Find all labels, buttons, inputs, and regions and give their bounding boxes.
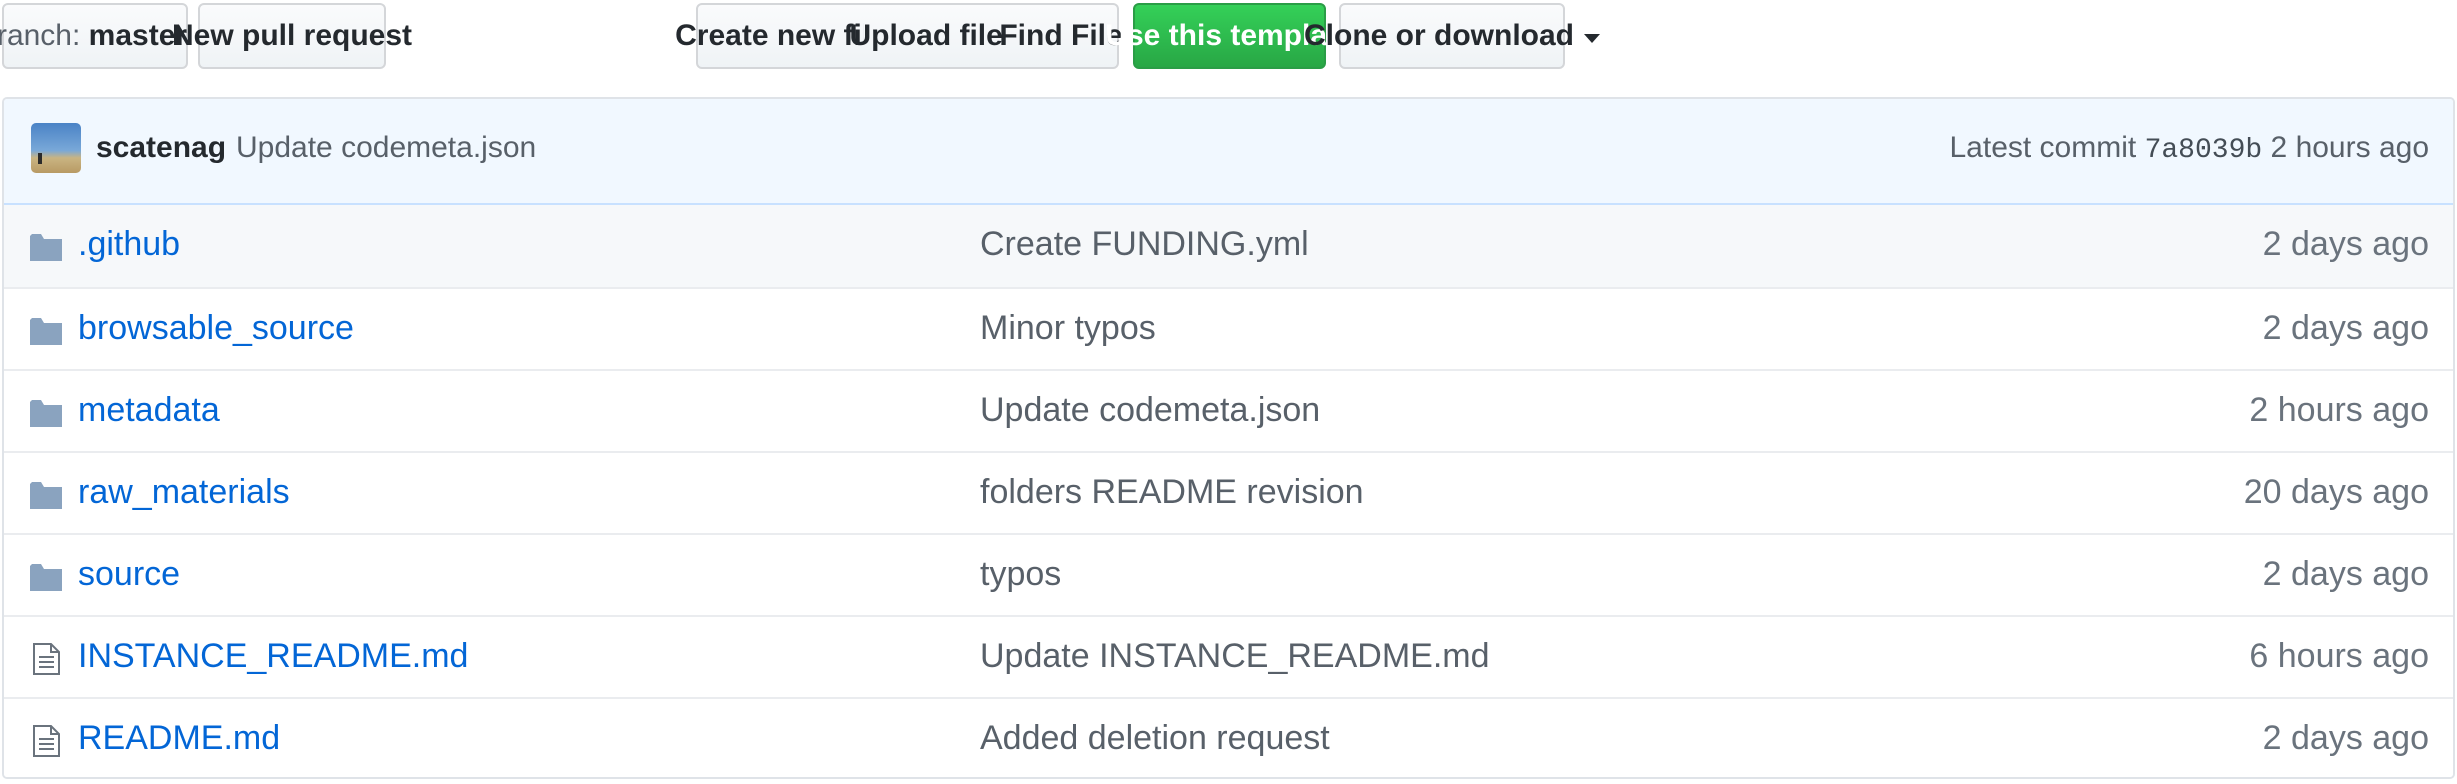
file-list: scatenag Update codemeta.json Latest com… bbox=[2, 97, 2455, 779]
use-template-button[interactable]: Use this template bbox=[1105, 3, 1354, 69]
branch-prefix: Branch: bbox=[0, 19, 81, 52]
clone-download-button[interactable]: Clone or download bbox=[1304, 3, 1600, 69]
commit-sha-link[interactable]: 7a8039b bbox=[2145, 135, 2263, 166]
clone-download-label: Clone or download bbox=[1304, 19, 1574, 52]
commit-age: 6 hours ago bbox=[2249, 637, 2429, 675]
commit-message-link[interactable]: Added deletion request bbox=[980, 719, 1330, 758]
commit-age: 2 days ago bbox=[2262, 225, 2429, 263]
find-file-button[interactable]: Find File bbox=[999, 3, 1123, 69]
file-name-link[interactable]: INSTANCE_README.md bbox=[78, 637, 468, 676]
file-name-link[interactable]: README.md bbox=[78, 719, 280, 758]
latest-commit-info: Latest commit 7a8039b 2 hours ago bbox=[1950, 131, 2430, 166]
file-row: browsable_source Minor typos 2 days ago bbox=[4, 287, 2453, 369]
file-row: .github Create FUNDING.yml 2 days ago bbox=[4, 205, 2453, 287]
repo-toolbar: Branch: master New pull request Create n… bbox=[0, 0, 2457, 74]
create-new-file-button[interactable]: Create new file bbox=[675, 3, 887, 69]
commit-message-link[interactable]: Update INSTANCE_README.md bbox=[980, 637, 1490, 676]
avatar[interactable] bbox=[31, 123, 81, 173]
commit-age: 2 hours ago bbox=[2249, 391, 2429, 429]
commit-author-link[interactable]: scatenag bbox=[96, 131, 226, 165]
file-row: metadata Update codemeta.json 2 hours ago bbox=[4, 369, 2453, 451]
commit-message-link[interactable]: Update codemeta.json bbox=[236, 131, 536, 165]
branch-select-button[interactable]: Branch: master bbox=[0, 3, 214, 69]
folder-icon bbox=[28, 315, 64, 347]
file-icon bbox=[28, 725, 64, 757]
folder-icon bbox=[28, 561, 64, 593]
commit-message-link[interactable]: Create FUNDING.yml bbox=[980, 225, 1309, 264]
commit-message-link[interactable]: typos bbox=[980, 555, 1061, 594]
file-row: README.md Added deletion request 2 days ag… bbox=[4, 697, 2453, 777]
commit-age: 2 hours ago bbox=[2270, 131, 2429, 164]
commit-age: 20 days ago bbox=[2243, 473, 2429, 511]
upload-files-button[interactable]: Upload files bbox=[849, 3, 1020, 69]
commit-message-link[interactable]: Update codemeta.json bbox=[980, 391, 1320, 430]
commit-age: 2 days ago bbox=[2262, 555, 2429, 593]
file-name-link[interactable]: metadata bbox=[78, 391, 220, 430]
file-name-link[interactable]: source bbox=[78, 555, 180, 594]
file-rows: .github Create FUNDING.yml 2 days ago brows… bbox=[4, 205, 2453, 777]
file-name-link[interactable]: raw_materials bbox=[78, 473, 290, 512]
file-row: source typos 2 days ago bbox=[4, 533, 2453, 615]
commit-message-link[interactable]: folders README revision bbox=[980, 473, 1364, 512]
commit-message-link[interactable]: Minor typos bbox=[980, 309, 1156, 348]
latest-commit-bar: scatenag Update codemeta.json Latest com… bbox=[4, 99, 2453, 205]
file-name-link[interactable]: browsable_source bbox=[78, 309, 354, 348]
commit-age: 2 days ago bbox=[2262, 309, 2429, 347]
new-pull-request-button[interactable]: New pull request bbox=[172, 3, 412, 69]
latest-commit-label: Latest commit bbox=[1949, 131, 2137, 164]
chevron-down-icon bbox=[1584, 33, 1600, 43]
commit-age: 2 days ago bbox=[2262, 719, 2429, 757]
file-row: INSTANCE_README.md Update INSTANCE_README… bbox=[4, 615, 2453, 697]
folder-icon bbox=[28, 397, 64, 429]
file-icon bbox=[28, 643, 64, 675]
file-name-link[interactable]: .github bbox=[78, 225, 180, 264]
folder-icon bbox=[28, 231, 64, 263]
folder-icon bbox=[28, 479, 64, 511]
file-row: raw_materials folders README revision 20 d… bbox=[4, 451, 2453, 533]
